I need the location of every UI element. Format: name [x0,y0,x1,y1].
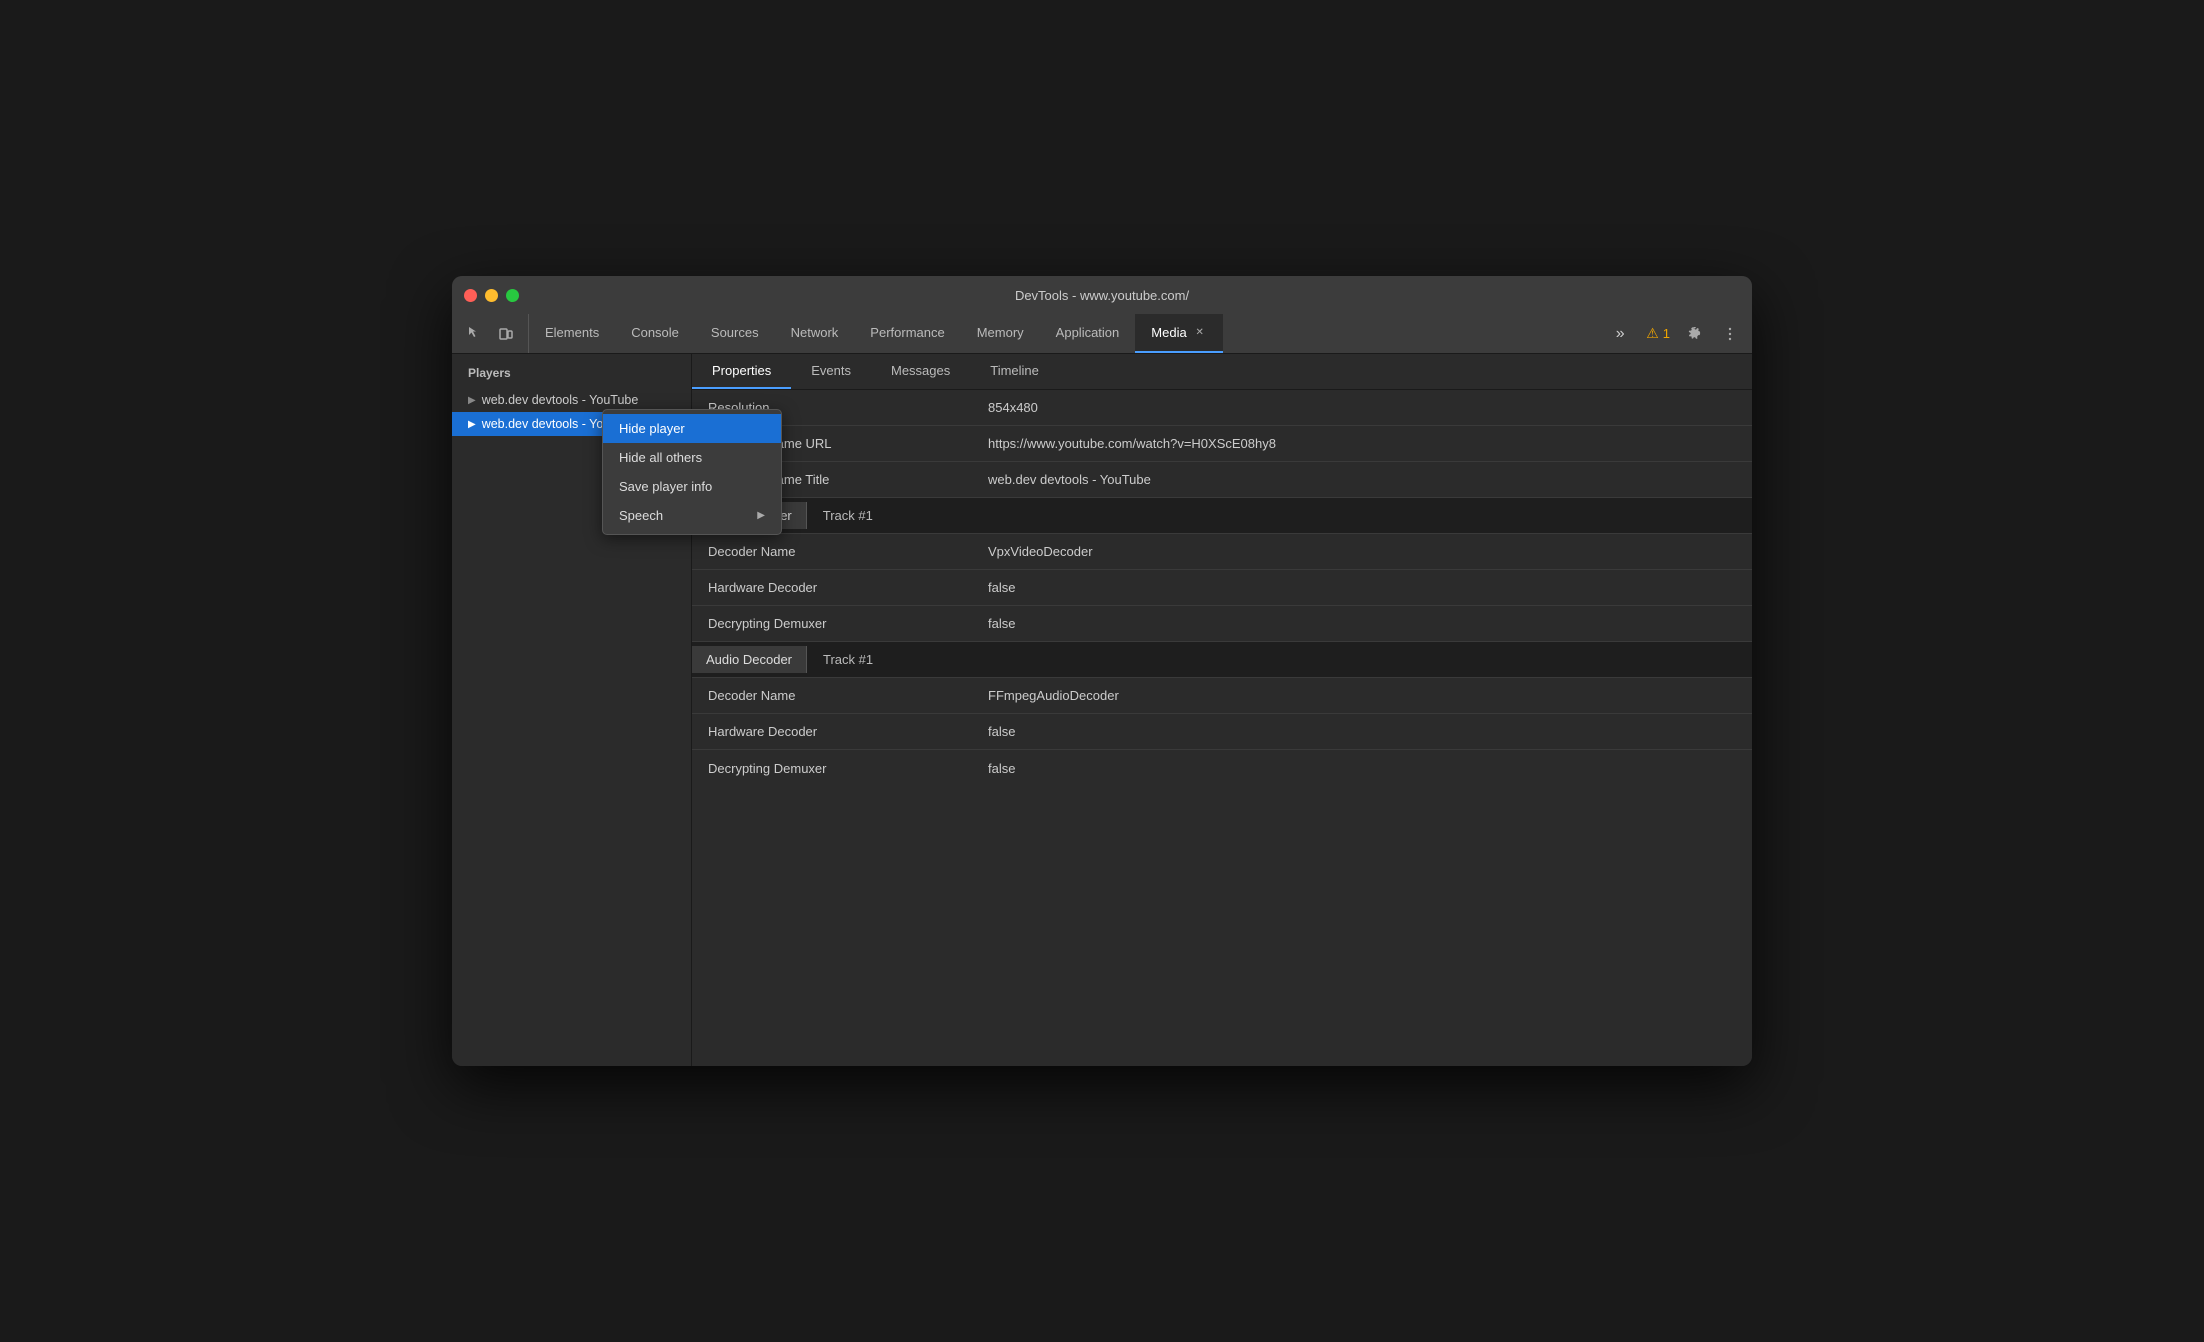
prop-row-audio-decrypting: Decrypting Demuxer false [692,750,1752,786]
tab-elements[interactable]: Elements [529,314,615,353]
prop-row-video-decoder-name: Decoder Name VpxVideoDecoder [692,534,1752,570]
prop-row-audio-hardware-decoder: Hardware Decoder false [692,714,1752,750]
tab-media[interactable]: Media ✕ [1135,314,1222,353]
video-decoder-header: Video Decoder Track #1 [692,498,1752,534]
prop-key-video-decrypting: Decrypting Demuxer [692,608,972,639]
expand-arrow-icon: ▶ [468,395,476,406]
context-menu-hide-player[interactable]: Hide player [603,414,781,443]
close-button[interactable] [464,289,477,302]
audio-decoder-tag: Audio Decoder [692,646,807,673]
minimize-button[interactable] [485,289,498,302]
prop-value-video-hardware: false [972,572,1752,603]
sub-tab-events[interactable]: Events [791,354,871,389]
content-area: Properties Events Messages Timeline Reso… [692,354,1752,1066]
prop-row-resolution: Resolution 854x480 [692,390,1752,426]
devtools-window: DevTools - www.youtube.com/ Elements Con [452,276,1752,1066]
sub-tab-timeline[interactable]: Timeline [970,354,1059,389]
tab-network[interactable]: Network [775,314,855,353]
prop-key-audio-decoder-name: Decoder Name [692,680,972,711]
tab-performance[interactable]: Performance [854,314,960,353]
more-options-icon[interactable] [1716,320,1744,348]
warning-triangle-icon: ⚠ [1646,325,1659,342]
settings-icon[interactable] [1682,320,1710,348]
prop-row-video-hardware-decoder: Hardware Decoder false [692,570,1752,606]
prop-key-audio-hardware: Hardware Decoder [692,716,972,747]
audio-decoder-track: Track #1 [823,646,873,673]
toolbar-left [452,314,529,353]
tab-media-close[interactable]: ✕ [1193,326,1207,340]
prop-value-playback-url: https://www.youtube.com/watch?v=H0XScE08… [972,428,1752,459]
prop-value-resolution: 854x480 [972,392,1752,423]
prop-row-playback-title: Playback Frame Title web.dev devtools - … [692,462,1752,498]
prop-value-audio-decoder-name: FFmpegAudioDecoder [972,680,1752,711]
prop-value-audio-hardware: false [972,716,1752,747]
main-area: Players ▶ web.dev devtools - YouTube ▶ w… [452,354,1752,1066]
sub-tab-messages[interactable]: Messages [871,354,970,389]
tab-application[interactable]: Application [1040,314,1136,353]
prop-value-playback-title: web.dev devtools - YouTube [972,464,1752,495]
expand-arrow-icon-2: ▶ [468,419,476,430]
submenu-arrow-icon: ▶ [757,510,765,521]
prop-key-video-decoder-name: Decoder Name [692,536,972,567]
sub-tab-properties[interactable]: Properties [692,354,791,389]
titlebar: DevTools - www.youtube.com/ [452,276,1752,314]
prop-row-video-decrypting: Decrypting Demuxer false [692,606,1752,642]
prop-key-video-hardware: Hardware Decoder [692,572,972,603]
warning-badge[interactable]: ⚠ 1 [1640,321,1676,346]
prop-key-audio-decrypting: Decrypting Demuxer [692,753,972,784]
properties-table: Resolution 854x480 Playback Frame URL ht… [692,390,1752,1066]
tab-console[interactable]: Console [615,314,695,353]
inspect-icon[interactable] [460,320,488,348]
window-title: DevTools - www.youtube.com/ [1015,288,1189,303]
context-menu: Hide player Hide all others Save player … [602,409,782,535]
sidebar-header: Players [452,362,691,388]
traffic-lights [464,289,519,302]
toolbar-right: » ⚠ 1 [1598,314,1752,353]
more-tabs-icon[interactable]: » [1606,320,1634,348]
context-menu-hide-all-others[interactable]: Hide all others [603,443,781,472]
prop-value-video-decoder-name: VpxVideoDecoder [972,536,1752,567]
prop-row-audio-decoder-name: Decoder Name FFmpegAudioDecoder [692,678,1752,714]
main-tabs: Elements Console Sources Network Perform… [529,314,1598,353]
toolbar: Elements Console Sources Network Perform… [452,314,1752,354]
device-toolbar-icon[interactable] [492,320,520,348]
context-menu-save-player-info[interactable]: Save player info [603,472,781,501]
prop-value-video-decrypting: false [972,608,1752,639]
sub-tabs: Properties Events Messages Timeline [692,354,1752,390]
tab-sources[interactable]: Sources [695,314,775,353]
sidebar: Players ▶ web.dev devtools - YouTube ▶ w… [452,354,692,1066]
tab-memory[interactable]: Memory [961,314,1040,353]
prop-value-audio-decrypting: false [972,753,1752,784]
prop-row-playback-url: Playback Frame URL https://www.youtube.c… [692,426,1752,462]
audio-decoder-header: Audio Decoder Track #1 [692,642,1752,678]
video-decoder-track: Track #1 [823,502,873,529]
maximize-button[interactable] [506,289,519,302]
warning-count: 1 [1663,326,1670,341]
context-menu-speech[interactable]: Speech ▶ [603,501,781,530]
